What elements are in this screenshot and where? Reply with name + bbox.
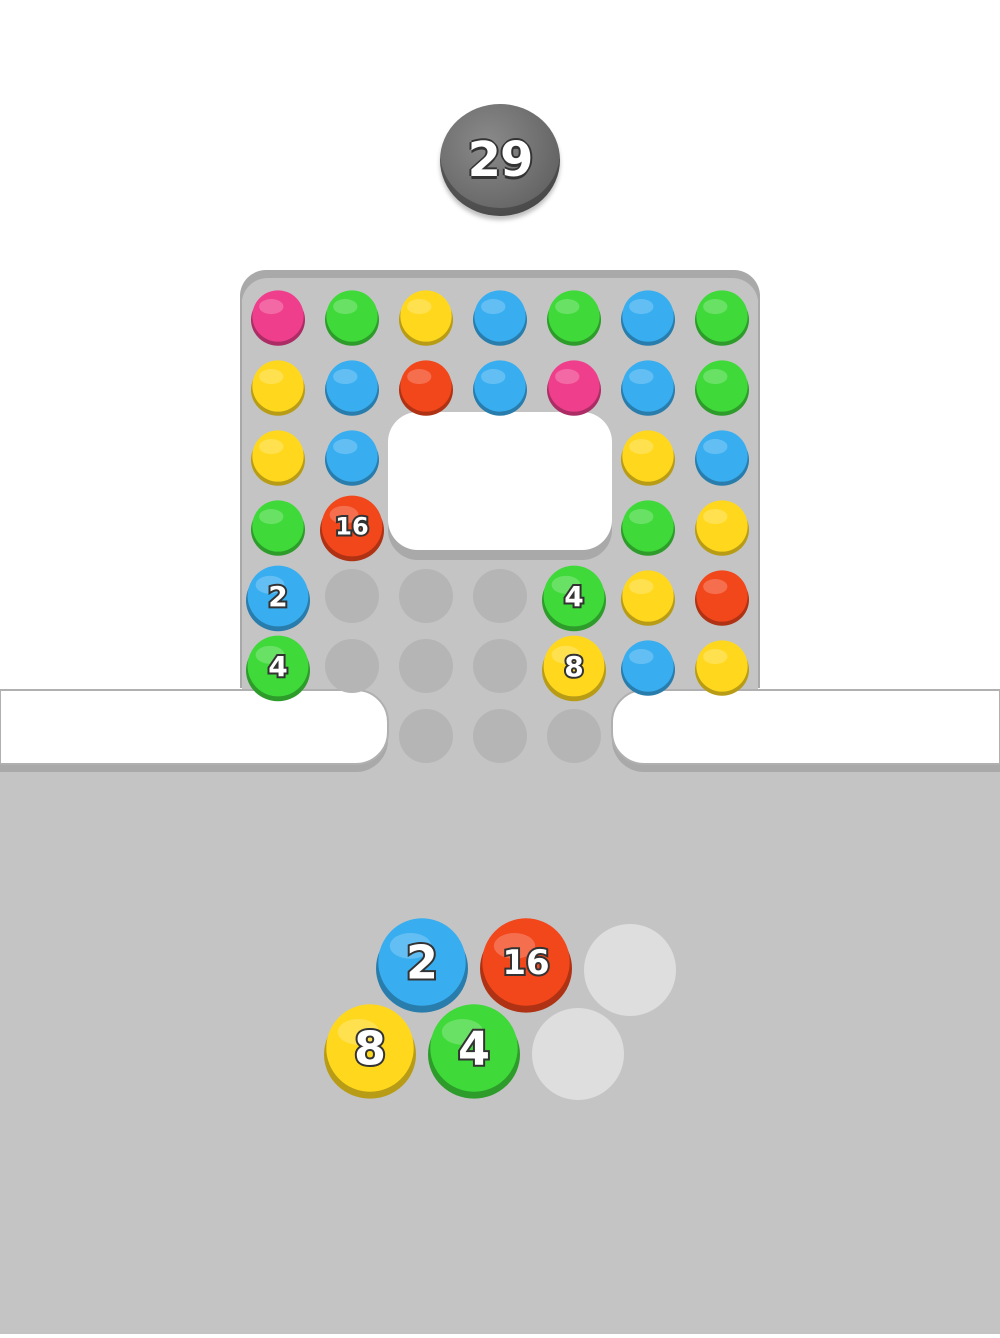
ball-green-label: 4 (564, 580, 583, 613)
empty-hole (325, 639, 379, 693)
empty-hole (473, 569, 527, 623)
ball-blue-label: 2 (268, 580, 287, 613)
tray-empty-slot (584, 924, 676, 1016)
tray-ball-red-label: 16 (502, 943, 549, 983)
ball-yellow-label: 8 (564, 650, 583, 683)
empty-hole (547, 709, 601, 763)
game-scene: 16 2 4 4 8 2 16 8 4 29 (0, 0, 1000, 1334)
empty-hole (473, 639, 527, 693)
empty-hole (325, 569, 379, 623)
empty-hole (399, 569, 453, 623)
ball-red-label: 16 (335, 513, 368, 541)
ball-green-label: 4 (268, 650, 287, 683)
tray-ball-blue-label: 2 (406, 936, 438, 990)
tray-ball-green-label: 4 (458, 1022, 490, 1076)
empty-hole (473, 709, 527, 763)
board-surface (0, 270, 1000, 1334)
target-counter-value: 29 (467, 132, 534, 188)
tray-empty-slot (532, 1008, 624, 1100)
tray-ball-yellow-label: 8 (354, 1022, 386, 1076)
empty-hole (399, 639, 453, 693)
empty-hole (399, 709, 453, 763)
target-counter-ball: 29 (440, 104, 560, 216)
